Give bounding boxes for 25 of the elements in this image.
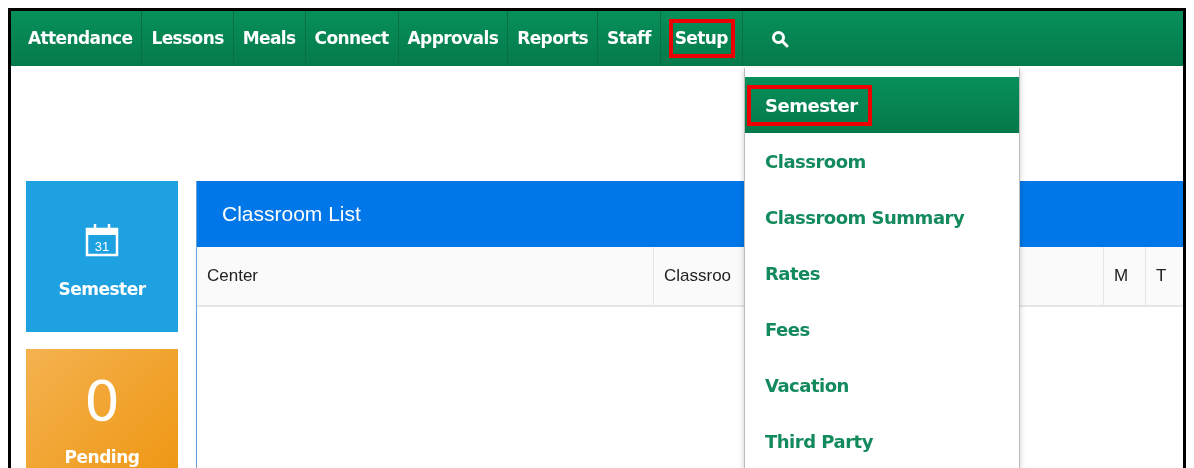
- nav-item[interactable]: Reports: [508, 11, 599, 66]
- nav-item[interactable]: Setup: [660, 11, 743, 66]
- search-icon[interactable]: [770, 29, 789, 48]
- nav-item[interactable]: Meals: [233, 11, 306, 66]
- nav-item[interactable]: Lessons: [142, 11, 234, 66]
- nav-item[interactable]: Staff: [598, 11, 661, 66]
- menu-item[interactable]: Vacation: [745, 357, 1019, 413]
- pending-count: 0: [84, 367, 120, 435]
- menu-item[interactable]: Semester: [745, 77, 1019, 133]
- calendar-icon: [85, 223, 119, 256]
- column-header: M: [1103, 247, 1145, 305]
- menu-item[interactable]: Classroom: [745, 133, 1019, 189]
- nav-item[interactable]: Approvals: [398, 11, 509, 66]
- calendar-date: 31: [94, 238, 110, 254]
- tile-label: Pending: [64, 447, 140, 467]
- semester-tile[interactable]: 31 Semester: [26, 181, 178, 332]
- column-header: Center: [206, 265, 260, 287]
- nav-item[interactable]: Connect: [305, 11, 399, 66]
- menu-item[interactable]: Classroom Summary: [745, 189, 1019, 245]
- menu-item[interactable]: Third Party: [745, 413, 1019, 468]
- nav-item[interactable]: Attendance: [19, 11, 143, 66]
- menu-item[interactable]: Rates: [745, 245, 1019, 301]
- tile-label: Semester: [58, 278, 146, 299]
- panel-title: Classroom List: [222, 202, 361, 226]
- column-header: T: [1145, 247, 1183, 305]
